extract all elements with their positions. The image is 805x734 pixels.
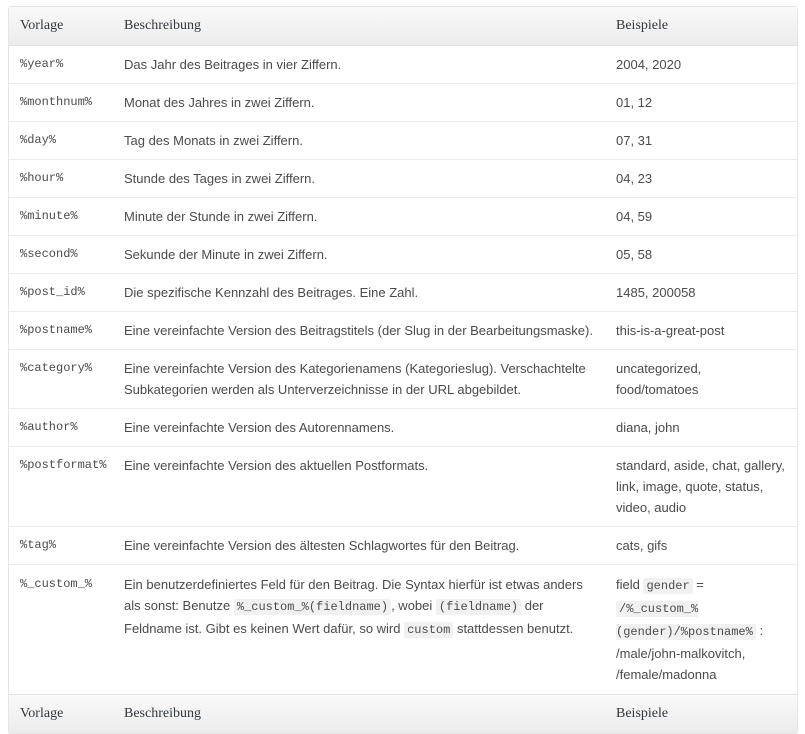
cell-vorlage: %day% — [9, 121, 114, 159]
table-row-custom-field: %_custom_% Ein benutzerdefiniertes Feld f… — [9, 564, 797, 694]
column-header-vorlage[interactable]: Vorlage — [9, 7, 114, 46]
cell-vorlage: %postformat% — [9, 446, 114, 526]
cell-beispiele: 04, 59 — [606, 197, 797, 235]
table-row: %day% Tag des Monats in zwei Ziffern. 07, … — [9, 121, 797, 159]
cell-beschreibung: Tag des Monats in zwei Ziffern. — [114, 121, 606, 159]
table-row: %postname% Eine vereinfachte Version des … — [9, 311, 797, 349]
cell-vorlage: %postname% — [9, 311, 114, 349]
table-row: %monthnum% Monat des Jahres in zwei Ziffe… — [9, 83, 797, 121]
cell-vorlage: %hour% — [9, 159, 114, 197]
table-row: %postformat% Eine vereinfachte Version de… — [9, 446, 797, 526]
cell-vorlage: %category% — [9, 349, 114, 408]
cell-beschreibung: Die spezifische Kennzahl des Beitrages. … — [114, 273, 606, 311]
column-header-beispiele[interactable]: Beispiele — [606, 7, 797, 46]
cell-beschreibung: Monat des Jahres in zwei Ziffern. — [114, 83, 606, 121]
code-fieldname: (fieldname) — [435, 599, 522, 615]
cell-beschreibung: Stunde des Tages in zwei Ziffern. — [114, 159, 606, 197]
cell-beispiele: uncategorized, food/tomatoes — [606, 349, 797, 408]
cell-beispiele: 01, 12 — [606, 83, 797, 121]
cell-beispiele: 1485, 200058 — [606, 273, 797, 311]
table-head: Vorlage Beschreibung Beispiele — [9, 7, 797, 46]
cell-beispiele: this-is-a-great-post — [606, 311, 797, 349]
cell-beschreibung: Eine vereinfachte Version des Autorennam… — [114, 408, 606, 446]
cell-beispiele: 2004, 2020 — [606, 46, 797, 83]
table-row: %second% Sekunde der Minute in zwei Ziffe… — [9, 235, 797, 273]
cell-beschreibung: Das Jahr des Beitrages in vier Ziffern. — [114, 46, 606, 83]
page-container: Vorlage Beschreibung Beispiele %year% Das… — [0, 0, 805, 734]
cell-vorlage: %_custom_% — [9, 564, 114, 694]
cell-beschreibung: Eine vereinfachte Version des Beitragsti… — [114, 311, 606, 349]
table-row: %tag% Eine vereinfachte Version des ältes… — [9, 526, 797, 564]
column-footer-beispiele[interactable]: Beispiele — [606, 694, 797, 733]
code-example-gender: gender — [643, 578, 693, 594]
permalink-tags-table: Vorlage Beschreibung Beispiele %year% Das… — [8, 6, 798, 734]
table-body: %year% Das Jahr des Beitrages in vier Zif… — [9, 46, 797, 694]
cell-beispiele: 07, 31 — [606, 121, 797, 159]
cell-beispiele: field gender = /%_custom_%(gender)/%post… — [606, 564, 797, 694]
table-footer-row: Vorlage Beschreibung Beispiele — [9, 694, 797, 733]
cell-vorlage: %post_id% — [9, 273, 114, 311]
table-row: %hour% Stunde des Tages in zwei Ziffern. 0… — [9, 159, 797, 197]
table-row: %year% Das Jahr des Beitrages in vier Zif… — [9, 46, 797, 83]
code-example-pattern: /%_custom_%(gender)/%postname% — [616, 601, 756, 640]
code-custom-syntax: %_custom_%(fieldname) — [233, 599, 392, 615]
cell-vorlage: %minute% — [9, 197, 114, 235]
table-row: %author% Eine vereinfachte Version des Au… — [9, 408, 797, 446]
text-fragment: field — [616, 577, 644, 592]
cell-beschreibung: Sekunde der Minute in zwei Ziffern. — [114, 235, 606, 273]
cell-beispiele: 05, 58 — [606, 235, 797, 273]
column-footer-beschreibung[interactable]: Beschreibung — [114, 694, 606, 733]
cell-vorlage: %year% — [9, 46, 114, 83]
cell-beispiele: cats, gifs — [606, 526, 797, 564]
column-header-beschreibung[interactable]: Beschreibung — [114, 7, 606, 46]
cell-vorlage: %monthnum% — [9, 83, 114, 121]
cell-beschreibung: Eine vereinfachte Version des Kategorien… — [114, 349, 606, 408]
table-header-row: Vorlage Beschreibung Beispiele — [9, 7, 797, 46]
cell-beschreibung: Eine vereinfachte Version des aktuellen … — [114, 446, 606, 526]
cell-vorlage: %tag% — [9, 526, 114, 564]
cell-beschreibung: Eine vereinfachte Version des ältesten S… — [114, 526, 606, 564]
table-row: %minute% Minute der Stunde in zwei Ziffer… — [9, 197, 797, 235]
cell-beispiele: diana, john — [606, 408, 797, 446]
cell-vorlage: %author% — [9, 408, 114, 446]
code-custom-default: custom — [404, 622, 454, 638]
table-foot: Vorlage Beschreibung Beispiele — [9, 694, 797, 733]
cell-vorlage: %second% — [9, 235, 114, 273]
cell-beispiele: standard, aside, chat, gallery, link, im… — [606, 446, 797, 526]
column-footer-vorlage[interactable]: Vorlage — [9, 694, 114, 733]
text-fragment: , wobei — [391, 598, 436, 613]
text-fragment: stattdessen benutzt. — [453, 621, 574, 636]
text-fragment: = — [692, 577, 704, 592]
cell-beschreibung: Ein benutzerdefiniertes Feld für den Bei… — [114, 564, 606, 694]
table-row: %category% Eine vereinfachte Version des … — [9, 349, 797, 408]
cell-beispiele: 04, 23 — [606, 159, 797, 197]
table-row: %post_id% Die spezifische Kennzahl des Be… — [9, 273, 797, 311]
cell-beschreibung: Minute der Stunde in zwei Ziffern. — [114, 197, 606, 235]
